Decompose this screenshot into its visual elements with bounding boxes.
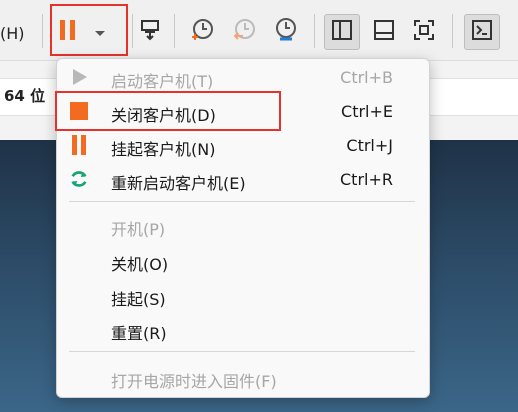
menu-separator bbox=[69, 201, 415, 202]
toolbar: (H) bbox=[0, 0, 518, 61]
menu-item-suspend[interactable]: 挂起(S) bbox=[57, 279, 429, 311]
menu-item-shortcut: Ctrl+B bbox=[340, 68, 393, 87]
network-button[interactable] bbox=[132, 14, 168, 50]
view-sidebar-button[interactable] bbox=[324, 14, 360, 50]
menu-item-label: 开机(P) bbox=[111, 220, 166, 239]
view-sidebar-icon bbox=[330, 18, 354, 46]
revert-snapshot-button[interactable] bbox=[226, 14, 262, 50]
toolbar-separator bbox=[314, 14, 315, 48]
view-console-button[interactable] bbox=[366, 14, 402, 50]
restart-icon bbox=[69, 169, 89, 189]
toolbar-separator bbox=[42, 14, 43, 48]
pause-icon bbox=[69, 135, 89, 155]
manage-snapshots-button[interactable] bbox=[268, 14, 304, 50]
revert-snapshot-icon bbox=[231, 17, 257, 47]
fullscreen-button[interactable] bbox=[406, 14, 442, 50]
shutdown-highlight-box bbox=[55, 91, 281, 131]
toolbar-separator bbox=[452, 14, 453, 48]
menu-item-shortcut: Ctrl+E bbox=[341, 102, 393, 121]
toolbar-separator bbox=[174, 14, 175, 48]
vm-architecture-text: 64 位 bbox=[4, 87, 46, 105]
view-console-icon bbox=[372, 18, 396, 46]
menu-item-label: 关机(O) bbox=[111, 255, 169, 274]
network-icon bbox=[138, 18, 162, 46]
menu-help-label[interactable]: (H) bbox=[0, 24, 25, 43]
menu-item-label: 打开电源时进入固件(F) bbox=[111, 372, 277, 391]
menu-item-label: 重置(R) bbox=[111, 324, 167, 343]
menu-item-restart-guest[interactable]: 重新启动客户机(E) Ctrl+R bbox=[57, 163, 429, 195]
menu-item-reset[interactable]: 重置(R) bbox=[57, 313, 429, 345]
menu-item-label: 挂起客户机(N) bbox=[111, 140, 216, 159]
terminal-button[interactable] bbox=[464, 14, 500, 50]
manage-snapshots-icon bbox=[273, 17, 299, 47]
pause-highlight-box bbox=[50, 4, 128, 56]
menu-item-label: 启动客户机(T) bbox=[111, 72, 214, 91]
menu-item-power-on-to-firmware[interactable]: 打开电源时进入固件(F) bbox=[57, 361, 429, 393]
fullscreen-icon bbox=[412, 18, 436, 46]
menu-item-start-guest[interactable]: 启动客户机(T) Ctrl+B bbox=[57, 61, 429, 93]
snapshot-icon bbox=[189, 17, 215, 47]
menu-item-label: 重新启动客户机(E) bbox=[111, 174, 246, 193]
menu-item-label: 挂起(S) bbox=[111, 290, 166, 309]
menu-item-power-off[interactable]: 关机(O) bbox=[57, 244, 429, 276]
menu-item-shortcut: Ctrl+J bbox=[346, 136, 393, 155]
play-icon bbox=[69, 67, 89, 87]
menu-item-shortcut: Ctrl+R bbox=[340, 170, 393, 189]
menu-separator bbox=[69, 351, 415, 352]
menu-item-power-on[interactable]: 开机(P) bbox=[57, 209, 429, 241]
menu-item-suspend-guest[interactable]: 挂起客户机(N) Ctrl+J bbox=[57, 129, 429, 161]
take-snapshot-button[interactable] bbox=[184, 14, 220, 50]
terminal-icon bbox=[470, 18, 494, 46]
